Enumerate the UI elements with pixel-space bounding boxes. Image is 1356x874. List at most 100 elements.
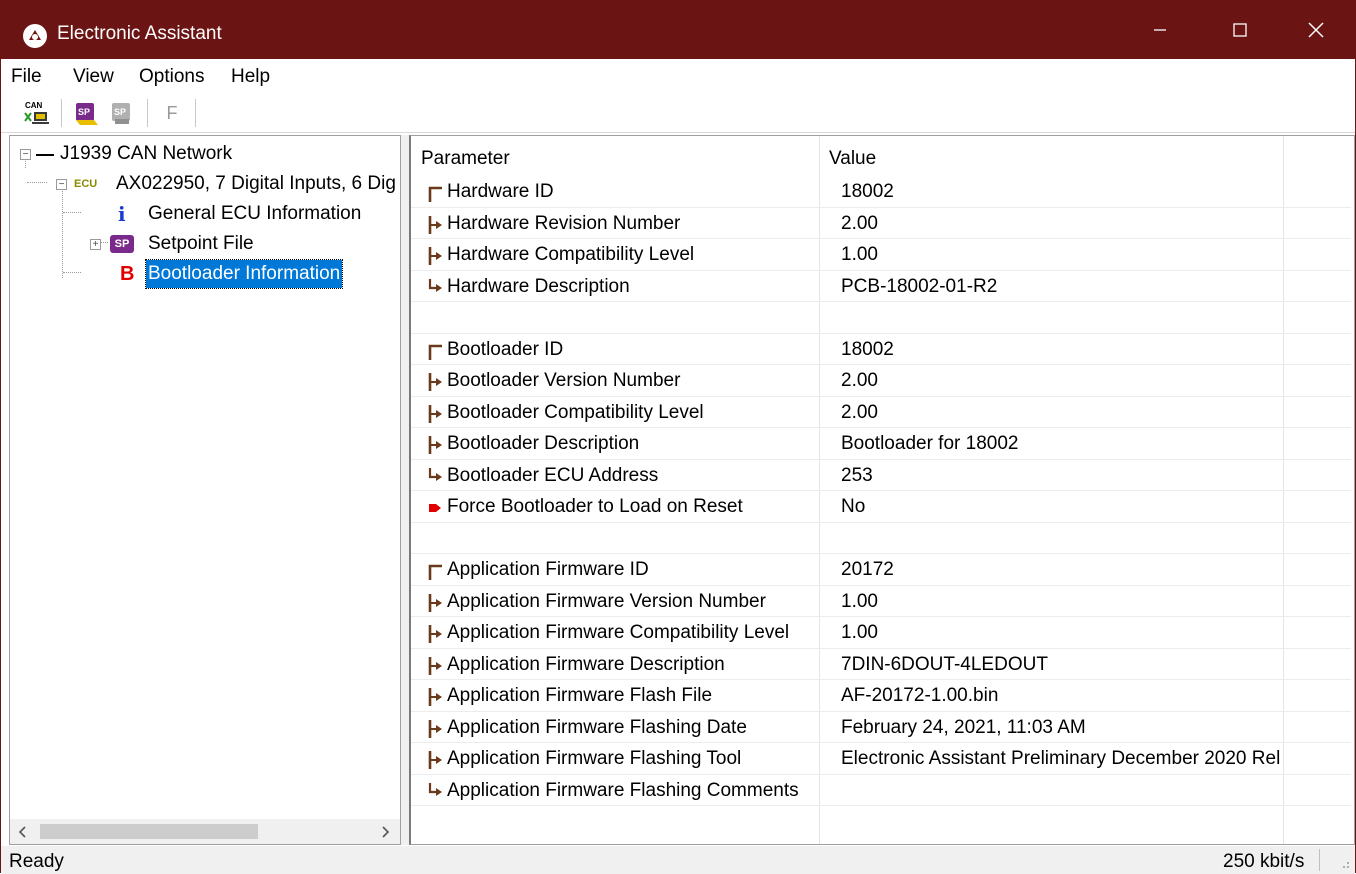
value-cell: 2.00 [841, 401, 878, 423]
resize-grip-icon[interactable] [1337, 856, 1351, 870]
table-row[interactable]: Application Firmware ID 20172 [423, 554, 894, 584]
table-row[interactable]: Hardware ID 18002 [423, 176, 894, 206]
group-bracket-icon [427, 562, 443, 580]
open-setpoint-button[interactable]: SP [71, 99, 101, 127]
menu-options[interactable]: Options [139, 66, 204, 88]
bootloader-icon: B [120, 263, 135, 285]
can-icon-text: CAN [25, 101, 43, 110]
table-row[interactable]: Application Firmware Compatibility Level… [423, 617, 878, 647]
menu-view[interactable]: View [73, 66, 114, 88]
table-row[interactable]: Application Firmware Flash File AF-20172-… [423, 680, 998, 710]
table-row[interactable]: Bootloader ID 18002 [423, 334, 894, 364]
group-bracket-icon [427, 751, 443, 769]
maximize-button[interactable] [1209, 1, 1271, 59]
tree-horizontal-scrollbar[interactable] [10, 819, 400, 844]
parameter-cell: Bootloader ECU Address [447, 464, 659, 486]
parameter-cell: Application Firmware Flash File [447, 685, 713, 706]
tree-item-label: AX022950, 7 Digital Inputs, 6 Dig [116, 173, 396, 194]
table-row[interactable] [423, 523, 823, 553]
parameter-cell: Hardware Compatibility Level [447, 244, 695, 265]
group-bracket-icon [427, 215, 443, 234]
table-row[interactable] [423, 302, 823, 332]
scroll-left-icon[interactable] [18, 826, 28, 838]
group-bracket-icon [427, 625, 443, 643]
table-row[interactable]: Bootloader Compatibility Level 2.00 [423, 397, 878, 427]
table-row[interactable]: Bootloader ECU Address 253 [423, 460, 873, 490]
group-bracket-icon [427, 656, 443, 675]
parameter-cell: Hardware Description [447, 275, 630, 297]
setpoint-save-icon: SP [112, 103, 130, 124]
menu-bar: File View Options Help [1, 59, 1355, 93]
column-header-parameter[interactable]: Parameter [421, 148, 510, 170]
value-cell: 2.00 [841, 370, 878, 391]
scroll-right-icon[interactable] [380, 826, 390, 838]
save-setpoint-button[interactable]: SP [107, 99, 137, 127]
group-bracket-icon [427, 467, 443, 486]
column-header-value[interactable]: Value [829, 148, 876, 170]
toolbar-separator [195, 99, 196, 127]
toolbar-separator [147, 99, 148, 127]
status-text: Ready [9, 851, 64, 872]
minimize-button[interactable] [1129, 1, 1191, 59]
status-separator [1319, 849, 1320, 871]
value-cell: 1.00 [841, 244, 878, 265]
collapse-icon[interactable]: − [56, 179, 67, 190]
parameter-cell: Hardware ID [447, 181, 554, 202]
toolbar-separator [61, 99, 62, 127]
pane-splitter[interactable] [401, 135, 409, 845]
title-bar[interactable]: Electronic Assistant [1, 1, 1355, 59]
parameter-table[interactable]: Parameter Value Hardware ID 18002 Hardware… [409, 135, 1355, 845]
tree-item-setpoint-file[interactable]: + SP Setpoint File [10, 230, 400, 258]
table-row[interactable]: Bootloader Description Bootloader for 180… [423, 428, 1018, 458]
table-row[interactable]: Application Firmware Flashing Tool Electr… [423, 743, 1280, 773]
table-row[interactable]: Bootloader Version Number 2.00 [423, 365, 878, 395]
value-cell: 20172 [841, 559, 894, 580]
group-bracket-icon [427, 184, 443, 202]
group-bracket-icon [427, 373, 443, 391]
collapse-icon[interactable]: − [20, 149, 31, 160]
tree-item-ecu[interactable]: − ECU AX022950, 7 Digital Inputs, 6 Dig [10, 170, 400, 198]
menu-file[interactable]: File [11, 66, 42, 88]
table-row[interactable]: Hardware Description PCB-18002-01-R2 [423, 271, 997, 301]
parameter-cell: Application Firmware Flashing Comments [447, 779, 799, 801]
table-row[interactable]: Hardware Revision Number 2.00 [423, 208, 878, 238]
table-row[interactable]: Application Firmware Flashing Comments [423, 775, 823, 805]
value-cell: February 24, 2021, 11:03 AM [841, 716, 1086, 738]
group-bracket-icon [427, 247, 443, 265]
expand-icon[interactable]: + [90, 239, 101, 250]
value-cell: Bootloader for 18002 [841, 433, 1019, 454]
scrollbar-thumb[interactable] [40, 824, 258, 839]
network-line-icon [36, 154, 54, 156]
tree-item-network[interactable]: − J1939 CAN Network [10, 140, 400, 168]
can-network-icon: CAN [24, 101, 49, 124]
flash-button[interactable]: F [157, 99, 187, 127]
tree-item-label: Bootloader Information [144, 259, 344, 289]
can-connect-button[interactable]: CAN [21, 99, 51, 127]
table-row[interactable]: Application Firmware Description 7DIN-6DO… [423, 649, 1048, 679]
table-row[interactable]: Force Bootloader to Load on Reset No [423, 491, 865, 521]
action-arrow-icon [427, 499, 443, 517]
table-row[interactable]: Application Firmware Flashing Date Februa… [423, 712, 1086, 742]
parameter-cell: Hardware Revision Number [447, 212, 681, 234]
table-row[interactable]: Hardware Compatibility Level 1.00 [423, 239, 878, 269]
app-window: Electronic Assistant File View Options H… [0, 0, 1356, 874]
status-bar: Ready 250 kbit/s [1, 846, 1355, 874]
value-cell: 253 [841, 464, 873, 486]
menu-help[interactable]: Help [231, 66, 270, 88]
parameter-cell: Application Firmware ID [447, 559, 649, 580]
group-bracket-icon [427, 719, 443, 738]
parameter-cell: Force Bootloader to Load on Reset [447, 496, 743, 517]
close-button[interactable] [1285, 1, 1347, 59]
tree-item-label: General ECU Information [148, 203, 362, 224]
toolbar: CAN SP SP F [1, 93, 1355, 133]
table-row[interactable]: Application Firmware Version Number 1.00 [423, 586, 878, 616]
tree-item-general-info[interactable]: i General ECU Information [10, 200, 400, 228]
ecu-tree[interactable]: − J1939 CAN Network − ECU AX022950, 7 Di… [9, 135, 401, 845]
app-logo-icon [23, 24, 47, 48]
ecu-icon: ECU [74, 178, 98, 190]
tree-item-bootloader-info[interactable]: B Bootloader Information [10, 259, 400, 289]
value-cell: No [841, 496, 866, 517]
tree-item-label: J1939 CAN Network [60, 143, 233, 164]
group-bracket-icon [427, 436, 443, 454]
parameter-cell: Application Firmware Flashing Date [447, 716, 747, 738]
